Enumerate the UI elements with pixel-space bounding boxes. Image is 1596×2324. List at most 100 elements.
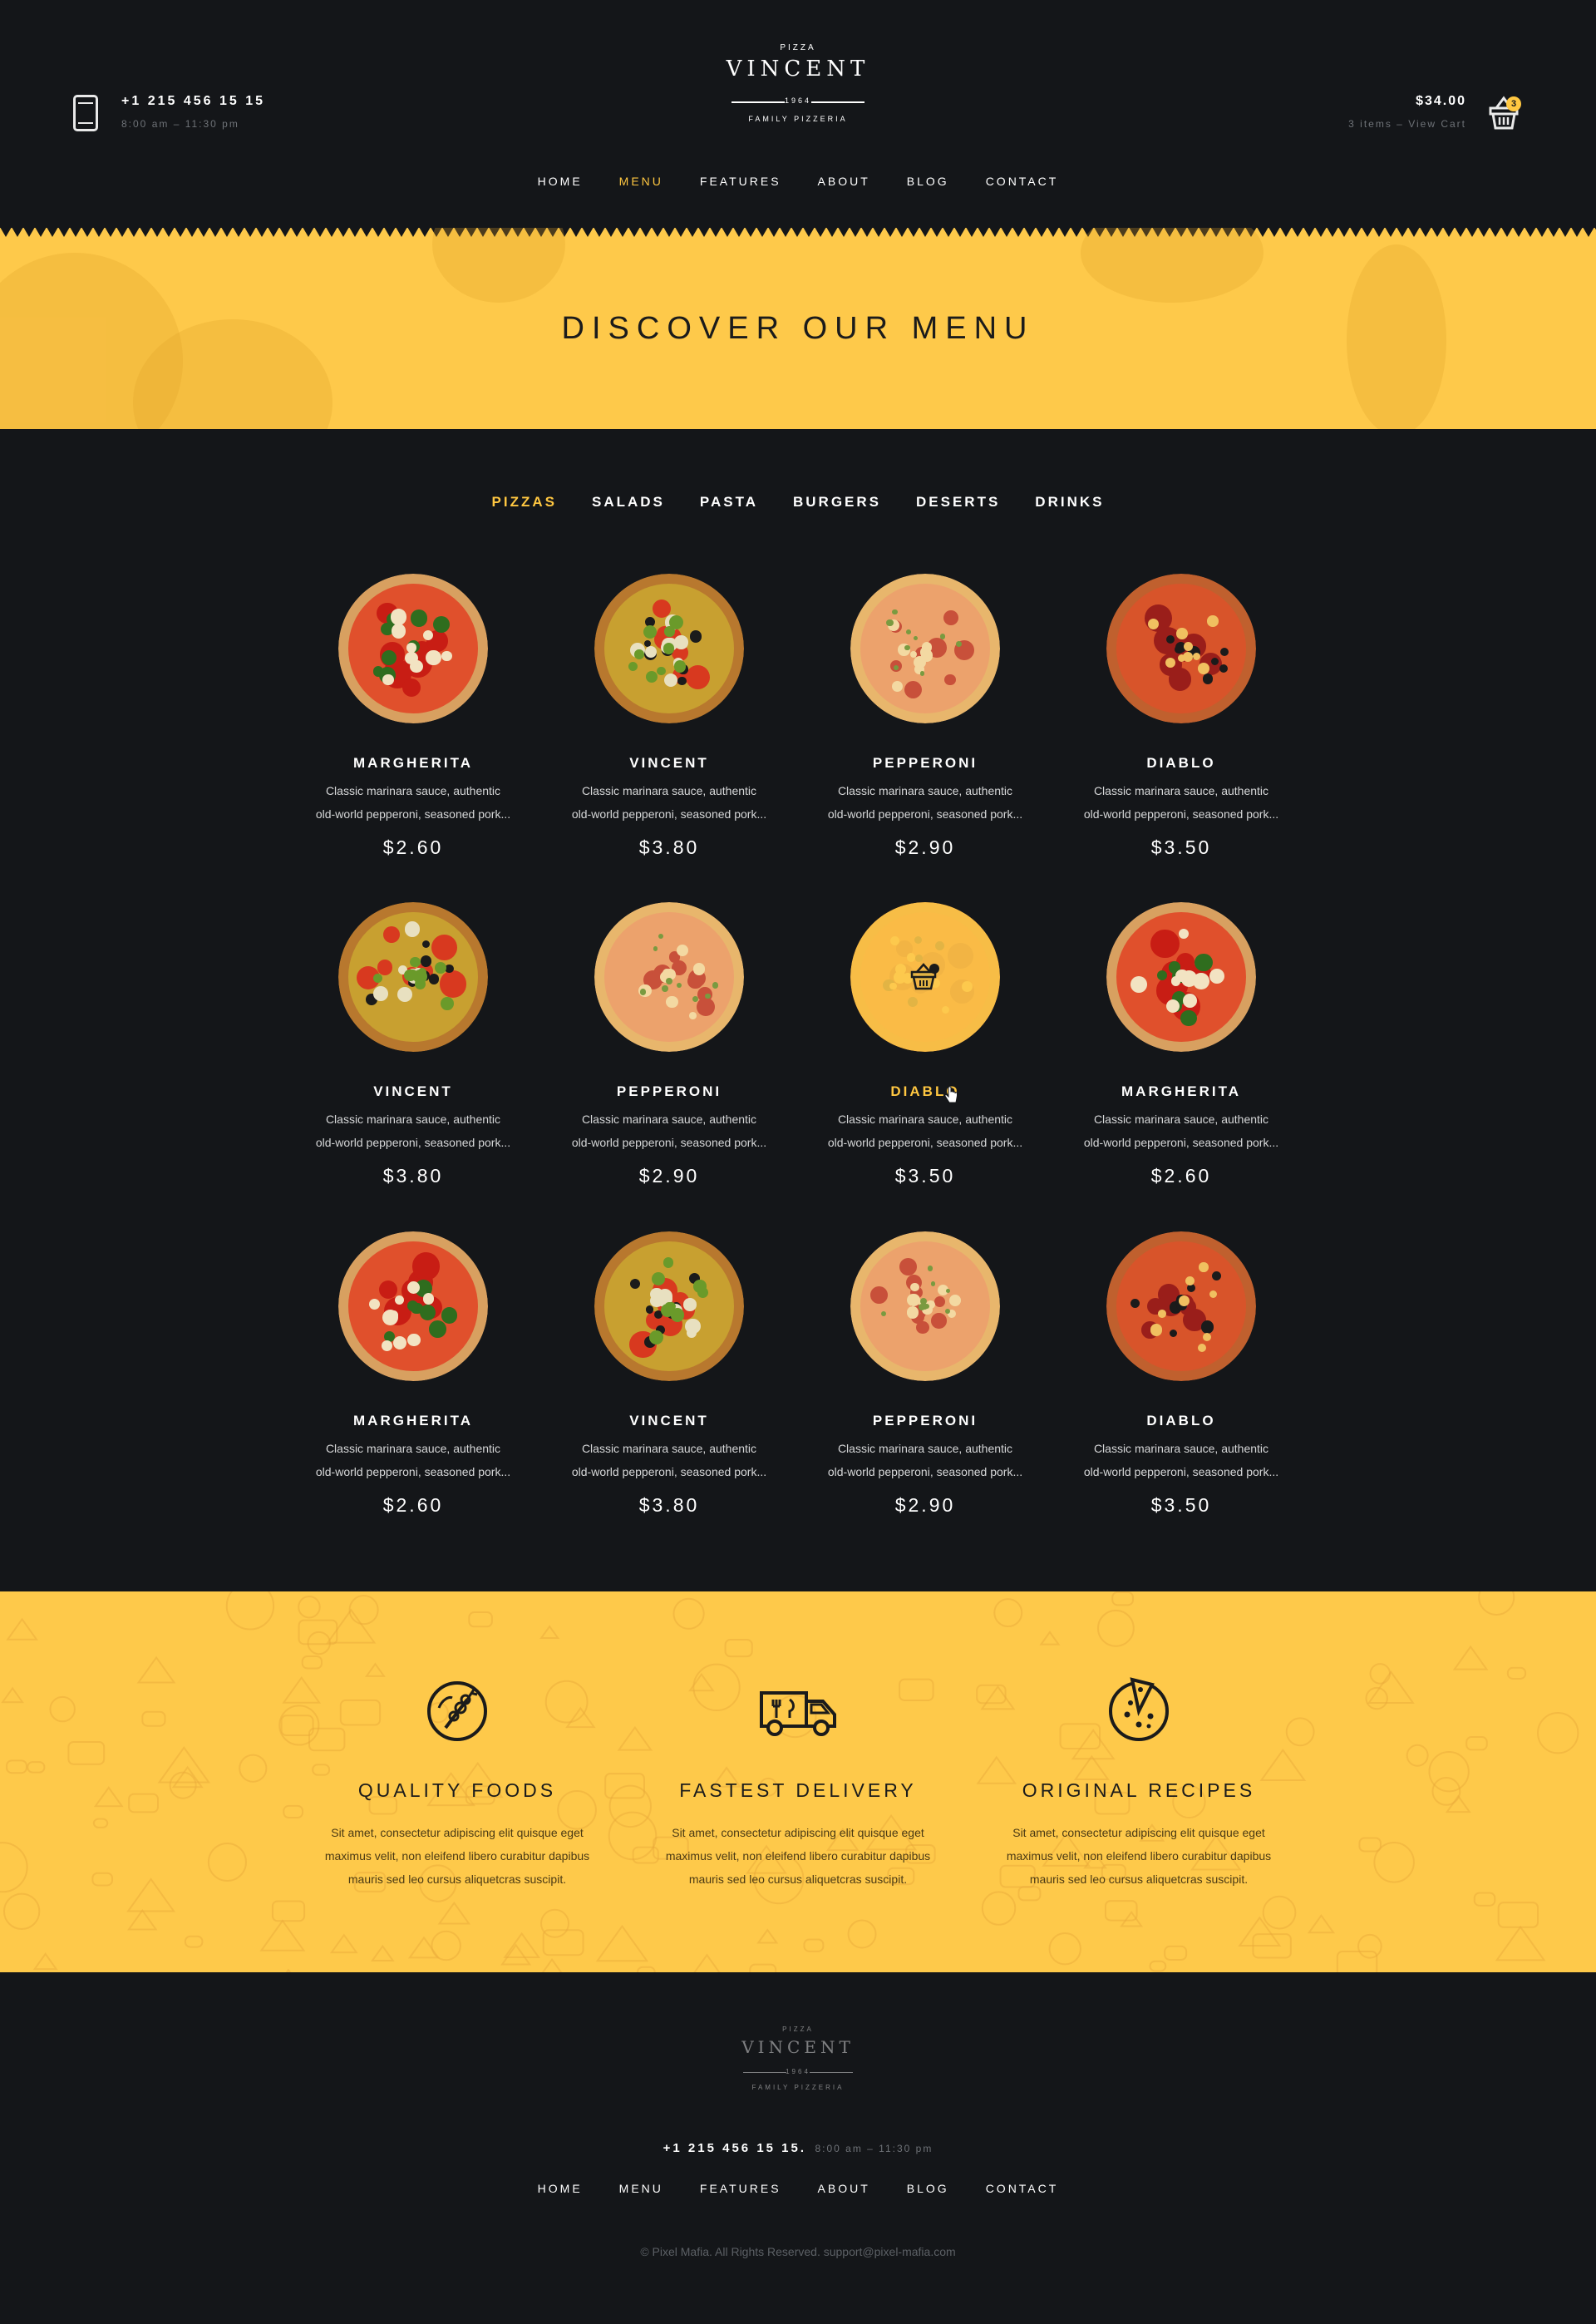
pizza-topping (628, 661, 638, 671)
pizza-topping (934, 1295, 946, 1307)
site-logo[interactable]: PIZZA VINCENT 1964 FAMILY PIZZERIA (715, 40, 881, 133)
footer-logo[interactable]: PIZZA VINCENT 1964 FAMILY PIZZERIA (732, 2024, 864, 2099)
pizza-image[interactable] (594, 1231, 744, 1381)
footer-nav-blog[interactable]: BLOG (889, 2178, 968, 2198)
menu-item-desc-line: Classic marinara sauce, authentic (325, 1113, 501, 1126)
tab-pasta[interactable]: PASTA (682, 491, 776, 514)
hero-bg-shape (432, 228, 565, 303)
menu-item-card[interactable]: MARGHERITA Classic marinara sauce, authen… (288, 574, 538, 873)
menu-item-card[interactable]: MARGHERITA Classic marinara sauce, authen… (288, 1231, 538, 1531)
pizza-image[interactable] (338, 902, 488, 1052)
menu-item-name[interactable]: MARGHERITA (288, 1413, 538, 1429)
menu-item-name[interactable]: VINCENT (544, 1413, 794, 1429)
nav-item-contact[interactable]: CONTACT (968, 171, 1077, 191)
menu-item-card[interactable]: VINCENT Classic marinara sauce, authentic… (544, 574, 794, 873)
menu-item-name[interactable]: VINCENT (288, 1083, 538, 1100)
menu-item-name[interactable]: DIABLO (1057, 1413, 1306, 1429)
pizza-topping (379, 1280, 398, 1299)
cart-count-badge: 3 (1506, 96, 1521, 111)
pizza-topping (1199, 1262, 1209, 1272)
menu-item-desc-line: old-world pepperoni, seasoned pork... (827, 1136, 1023, 1149)
pizza-image[interactable] (338, 1231, 488, 1381)
site-header: +1 215 456 15 15 8:00 am – 11:30 pm PIZZ… (0, 0, 1596, 229)
menu-item-card[interactable]: VINCENT Classic marinara sauce, authentic… (544, 1231, 794, 1531)
pizza-topping (1178, 1295, 1190, 1306)
menu-item-desc-line: Classic marinara sauce, authentic (1093, 1442, 1269, 1455)
pizza-topping (931, 1313, 947, 1329)
menu-item-desc-line: Classic marinara sauce, authentic (837, 1442, 1013, 1455)
menu-item-card[interactable]: MARGHERITA Classic marinara sauce, authen… (1057, 902, 1306, 1201)
menu-item-card[interactable]: PEPPERONI Classic marinara sauce, authent… (544, 902, 794, 1201)
feature-title: QUALITY FOODS (357, 1779, 557, 1801)
pizza-topping (432, 615, 450, 633)
menu-item-name[interactable]: DIABLO (800, 1083, 1050, 1100)
pizza-image[interactable] (850, 574, 1000, 723)
menu-item-price: $3.80 (382, 1165, 444, 1187)
pizza-topping (927, 1266, 933, 1271)
menu-item-name[interactable]: VINCENT (544, 755, 794, 772)
menu-item-card[interactable]: DIABLO Classic marinara sauce, authentic o… (1057, 574, 1306, 873)
menu-item-name[interactable]: MARGHERITA (1057, 1083, 1306, 1100)
tab-salads[interactable]: SALADS (574, 491, 682, 514)
menu-item-desc-line: Classic marinara sauce, authentic (1093, 1113, 1269, 1126)
nav-item-blog[interactable]: BLOG (889, 171, 968, 191)
feature-description: Sit amet, consectetur adipiscing elit qu… (308, 1821, 607, 1891)
pizza-topping (431, 934, 457, 960)
header-phone[interactable]: +1 215 456 15 15 (121, 94, 265, 109)
pizza-topping (404, 921, 421, 937)
menu-item-price: $3.80 (638, 1494, 700, 1516)
pizza-topping (409, 956, 421, 968)
menu-item-card[interactable]: DIABLO Classic marinara sauce, authentic o… (1057, 1231, 1306, 1531)
nav-item-menu[interactable]: MENU (601, 171, 682, 191)
nav-item-about[interactable]: ABOUT (800, 171, 889, 191)
footer-nav-menu[interactable]: MENU (601, 2178, 682, 2198)
footer-phone[interactable]: +1 215 456 15 15. (663, 2141, 806, 2155)
pizza-image[interactable] (338, 574, 488, 723)
pizza-topping (712, 982, 718, 989)
menu-item-desc-line: old-world pepperoni, seasoned pork... (571, 1465, 767, 1478)
menu-item-name[interactable]: PEPPERONI (800, 755, 1050, 772)
menu-item-card[interactable]: DIABLO Classic marinara sauce, authentic o… (800, 902, 1050, 1201)
menu-item-price: $3.50 (1150, 836, 1212, 858)
menu-item-description: Classic marinara sauce, authentic old-wor… (288, 779, 538, 826)
view-cart-link[interactable]: 3 items – View Cart (1280, 118, 1466, 130)
cart-total[interactable]: $34.00 (1330, 94, 1466, 109)
footer-nav-home[interactable]: HOME (520, 2178, 601, 2198)
menu-item-name[interactable]: PEPPERONI (544, 1083, 794, 1100)
nav-item-features[interactable]: FEATURES (682, 171, 800, 191)
delivery-truck-icon (760, 1691, 836, 1736)
footer-nav-features[interactable]: FEATURES (682, 2178, 800, 2198)
menu-item-name[interactable]: MARGHERITA (288, 755, 538, 772)
menu-item-name[interactable]: DIABLO (1057, 755, 1306, 772)
menu-item-card[interactable]: PEPPERONI Classic marinara sauce, authent… (800, 1231, 1050, 1531)
pizza-topping (644, 645, 657, 658)
pizza-topping (634, 649, 644, 659)
menu-item-description: Classic marinara sauce, authentic old-wor… (800, 1108, 1050, 1154)
pizza-image[interactable] (1106, 902, 1256, 1052)
feature-desc-line: Sit amet, consectetur adipiscing elit qu… (672, 1826, 924, 1839)
add-to-cart-icon[interactable] (909, 960, 942, 994)
tab-pizzas[interactable]: PIZZAS (475, 491, 574, 514)
tab-drinks[interactable]: DRINKS (1017, 491, 1121, 514)
pizza-image[interactable] (594, 574, 744, 723)
features-band: QUALITY FOODS Sit amet, consectetur adip… (0, 1591, 1596, 1972)
pizza-topping (648, 1330, 664, 1345)
pizza-topping (1168, 667, 1192, 691)
pizza-image[interactable] (850, 1231, 1000, 1381)
pizza-topping (904, 644, 910, 651)
pizza-topping (664, 626, 675, 637)
pizza-image[interactable] (594, 902, 744, 1052)
tab-burgers[interactable]: BURGERS (776, 491, 899, 514)
pizza-image[interactable] (850, 902, 1000, 1052)
menu-item-name[interactable]: PEPPERONI (800, 1413, 1050, 1429)
footer-nav-contact[interactable]: CONTACT (968, 2178, 1077, 2198)
menu-item-desc-line: old-world pepperoni, seasoned pork... (1083, 807, 1279, 821)
nav-item-home[interactable]: HOME (520, 171, 601, 191)
pizza-image[interactable] (1106, 574, 1256, 723)
footer-nav-about[interactable]: ABOUT (800, 2178, 889, 2198)
feature-description: Sit amet, consectetur adipiscing elit qu… (989, 1821, 1288, 1891)
pizza-image[interactable] (1106, 1231, 1256, 1381)
tab-deserts[interactable]: DESERTS (899, 491, 1017, 514)
menu-item-card[interactable]: PEPPERONI Classic marinara sauce, authent… (800, 574, 1050, 873)
menu-item-card[interactable]: VINCENT Classic marinara sauce, authentic… (288, 902, 538, 1201)
